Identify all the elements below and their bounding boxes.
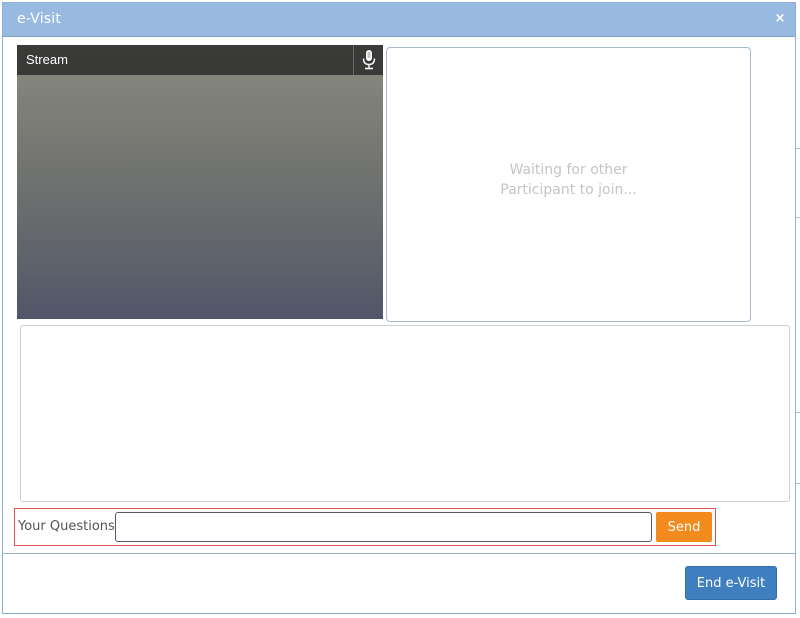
question-input[interactable] (115, 512, 652, 542)
your-questions-label: Your Questions (18, 519, 115, 534)
microphone-button[interactable] (353, 45, 383, 75)
question-row: Your Questions Send (14, 508, 716, 546)
footer-divider (3, 553, 795, 554)
local-video-stream: Stream (17, 45, 383, 319)
edge-divider (796, 483, 800, 484)
waiting-line-2: Participant to join... (500, 182, 637, 198)
dialog-title: e-Visit (17, 11, 62, 27)
end-e-visit-button[interactable]: End e-Visit (685, 566, 777, 600)
edge-divider (796, 217, 800, 218)
microphone-icon (362, 50, 375, 70)
close-icon[interactable]: × (773, 12, 787, 26)
remote-participant-panel: Waiting for other Participant to join... (386, 47, 751, 322)
send-button[interactable]: Send (656, 512, 712, 542)
waiting-line-1: Waiting for other (509, 162, 628, 178)
edge-divider (796, 148, 800, 149)
stream-label: Stream (26, 52, 68, 67)
dialog-titlebar: e-Visit × (3, 3, 795, 37)
edge-divider (796, 412, 800, 413)
e-visit-dialog: e-Visit × Stream Waiting for other Parti (2, 2, 796, 614)
chat-messages-area[interactable] (20, 325, 790, 502)
stream-header: Stream (17, 45, 383, 75)
waiting-message: Waiting for other Participant to join... (387, 160, 750, 200)
